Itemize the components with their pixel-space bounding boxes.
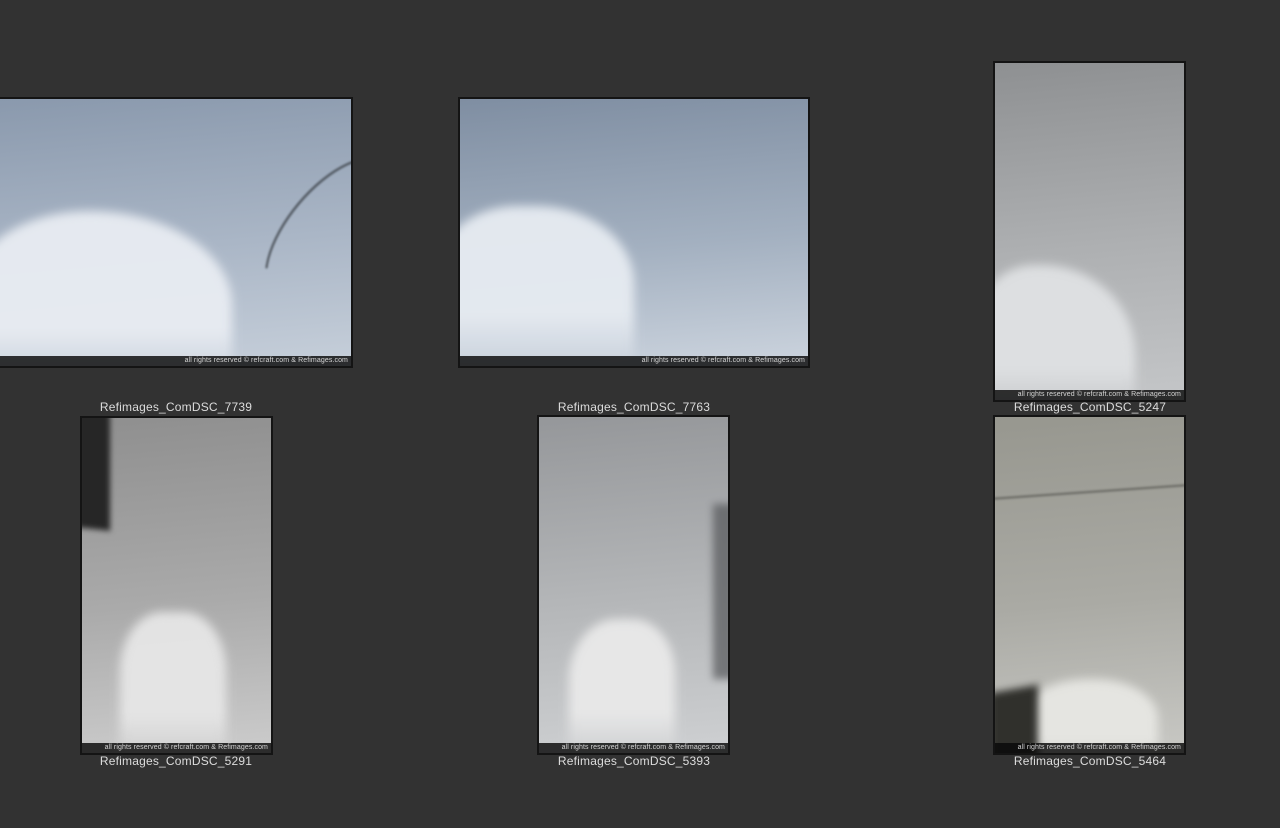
- copyright-bar: all rights reserved © refcraft.com & Ref…: [460, 356, 808, 366]
- thumbnail-label: Refimages_ComDSC_5464: [1013, 754, 1167, 768]
- thumbnail-5291[interactable]: all rights reserved © refcraft.com & Ref…: [80, 416, 273, 755]
- light-flag-shape: [712, 504, 728, 680]
- copyright-text: all rights reserved © refcraft.com & Ref…: [104, 744, 268, 751]
- thumbnail-7739[interactable]: all rights reserved © refcraft.com & Ref…: [0, 97, 353, 368]
- thumbnail-label: Refimages_ComDSC_7763: [557, 400, 711, 414]
- draped-fabric-shape: [119, 612, 226, 753]
- thumbnail-label: Refimages_ComDSC_7739: [99, 400, 253, 414]
- copyright-bar: all rights reserved © refcraft.com & Ref…: [82, 743, 271, 753]
- copyright-bar: all rights reserved © refcraft.com & Ref…: [995, 743, 1184, 753]
- light-flag-shape: [82, 418, 111, 531]
- draped-fabric-shape: [569, 618, 676, 753]
- copyright-text: all rights reserved © refcraft.com & Ref…: [1017, 391, 1181, 398]
- thumbnail-5464[interactable]: all rights reserved © refcraft.com & Ref…: [993, 415, 1186, 755]
- thumbnail-5393[interactable]: all rights reserved © refcraft.com & Ref…: [537, 415, 730, 755]
- copyright-text: all rights reserved © refcraft.com & Ref…: [184, 357, 348, 364]
- reference-board-canvas[interactable]: all rights reserved © refcraft.com & Ref…: [0, 0, 1280, 828]
- copyright-text: all rights reserved © refcraft.com & Ref…: [1017, 744, 1181, 751]
- copyright-text: all rights reserved © refcraft.com & Ref…: [561, 744, 725, 751]
- thumbnail-5247[interactable]: all rights reserved © refcraft.com & Ref…: [993, 61, 1186, 402]
- thumbnail-label: Refimages_ComDSC_5393: [557, 754, 711, 768]
- copyright-bar: all rights reserved © refcraft.com & Ref…: [995, 390, 1184, 400]
- copyright-bar: all rights reserved © refcraft.com & Ref…: [0, 356, 351, 366]
- copyright-text: all rights reserved © refcraft.com & Ref…: [641, 357, 805, 364]
- thumbnail-7763[interactable]: all rights reserved © refcraft.com & Ref…: [458, 97, 810, 368]
- thumbnail-label: Refimages_ComDSC_5291: [99, 754, 253, 768]
- copyright-bar: all rights reserved © refcraft.com & Ref…: [539, 743, 728, 753]
- thumbnail-label: Refimages_ComDSC_5247: [1013, 400, 1167, 414]
